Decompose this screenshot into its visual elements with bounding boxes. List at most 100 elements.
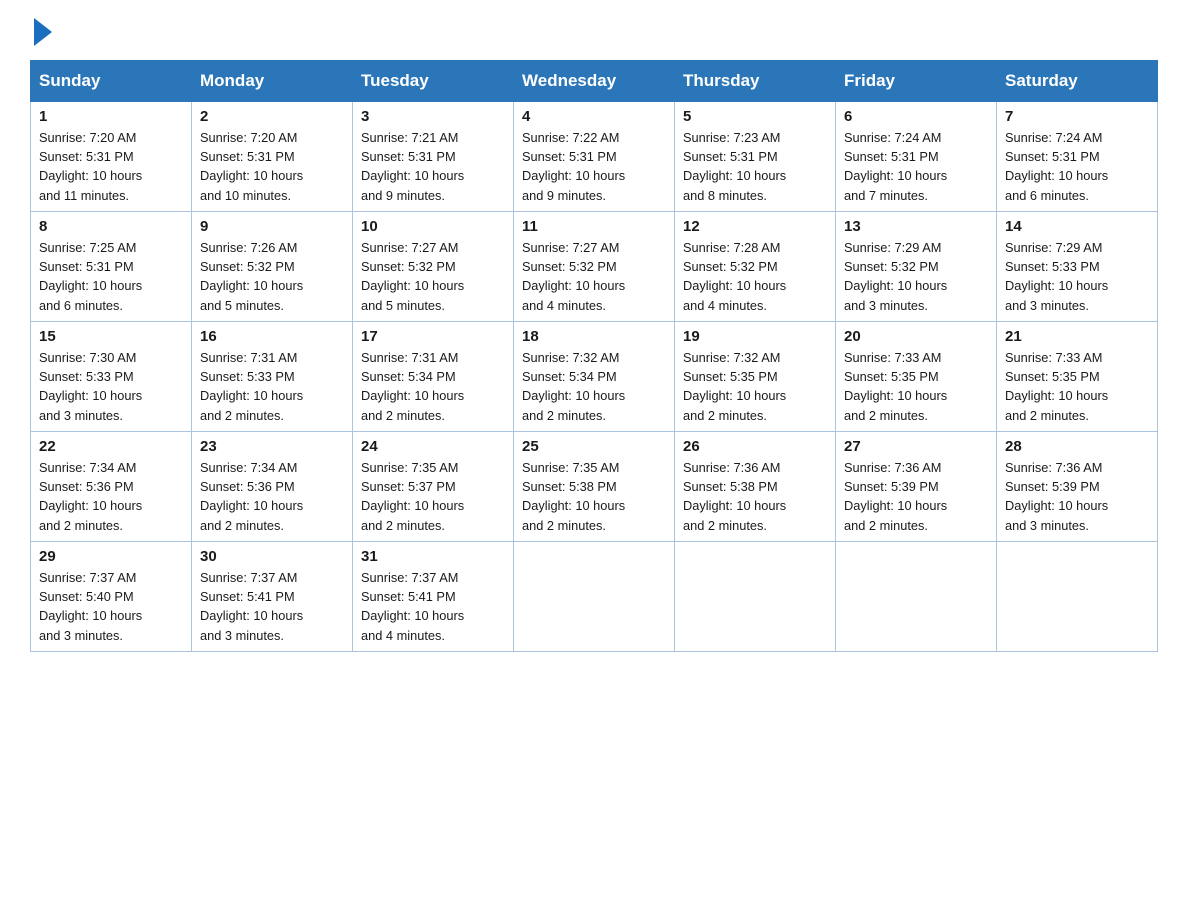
calendar-cell: 14 Sunrise: 7:29 AMSunset: 5:33 PMDaylig… xyxy=(997,212,1158,322)
day-number: 17 xyxy=(361,328,505,345)
logo xyxy=(30,20,52,42)
calendar-cell: 10 Sunrise: 7:27 AMSunset: 5:32 PMDaylig… xyxy=(353,212,514,322)
calendar-cell: 18 Sunrise: 7:32 AMSunset: 5:34 PMDaylig… xyxy=(514,322,675,432)
day-number: 24 xyxy=(361,438,505,455)
calendar-cell: 2 Sunrise: 7:20 AMSunset: 5:31 PMDayligh… xyxy=(192,102,353,212)
calendar-cell: 24 Sunrise: 7:35 AMSunset: 5:37 PMDaylig… xyxy=(353,432,514,542)
day-number: 11 xyxy=(522,218,666,235)
day-number: 18 xyxy=(522,328,666,345)
day-info: Sunrise: 7:21 AMSunset: 5:31 PMDaylight:… xyxy=(361,130,464,203)
day-number: 4 xyxy=(522,108,666,125)
calendar-cell: 16 Sunrise: 7:31 AMSunset: 5:33 PMDaylig… xyxy=(192,322,353,432)
day-info: Sunrise: 7:31 AMSunset: 5:34 PMDaylight:… xyxy=(361,350,464,423)
day-number: 26 xyxy=(683,438,827,455)
day-number: 16 xyxy=(200,328,344,345)
day-info: Sunrise: 7:23 AMSunset: 5:31 PMDaylight:… xyxy=(683,130,786,203)
calendar-week-2: 8 Sunrise: 7:25 AMSunset: 5:31 PMDayligh… xyxy=(31,212,1158,322)
day-info: Sunrise: 7:20 AMSunset: 5:31 PMDaylight:… xyxy=(39,130,142,203)
day-info: Sunrise: 7:24 AMSunset: 5:31 PMDaylight:… xyxy=(844,130,947,203)
day-number: 27 xyxy=(844,438,988,455)
calendar-cell: 17 Sunrise: 7:31 AMSunset: 5:34 PMDaylig… xyxy=(353,322,514,432)
day-info: Sunrise: 7:37 AMSunset: 5:41 PMDaylight:… xyxy=(361,570,464,643)
day-number: 14 xyxy=(1005,218,1149,235)
calendar-cell: 19 Sunrise: 7:32 AMSunset: 5:35 PMDaylig… xyxy=(675,322,836,432)
day-info: Sunrise: 7:27 AMSunset: 5:32 PMDaylight:… xyxy=(522,240,625,313)
day-info: Sunrise: 7:37 AMSunset: 5:41 PMDaylight:… xyxy=(200,570,303,643)
calendar-cell: 4 Sunrise: 7:22 AMSunset: 5:31 PMDayligh… xyxy=(514,102,675,212)
calendar-cell: 3 Sunrise: 7:21 AMSunset: 5:31 PMDayligh… xyxy=(353,102,514,212)
calendar-cell: 23 Sunrise: 7:34 AMSunset: 5:36 PMDaylig… xyxy=(192,432,353,542)
calendar-cell: 28 Sunrise: 7:36 AMSunset: 5:39 PMDaylig… xyxy=(997,432,1158,542)
calendar-cell: 25 Sunrise: 7:35 AMSunset: 5:38 PMDaylig… xyxy=(514,432,675,542)
day-number: 9 xyxy=(200,218,344,235)
calendar-header-row: SundayMondayTuesdayWednesdayThursdayFrid… xyxy=(31,61,1158,102)
day-number: 23 xyxy=(200,438,344,455)
day-info: Sunrise: 7:31 AMSunset: 5:33 PMDaylight:… xyxy=(200,350,303,423)
calendar-cell xyxy=(836,542,997,652)
calendar-cell: 21 Sunrise: 7:33 AMSunset: 5:35 PMDaylig… xyxy=(997,322,1158,432)
calendar-cell: 15 Sunrise: 7:30 AMSunset: 5:33 PMDaylig… xyxy=(31,322,192,432)
day-number: 25 xyxy=(522,438,666,455)
day-info: Sunrise: 7:28 AMSunset: 5:32 PMDaylight:… xyxy=(683,240,786,313)
day-info: Sunrise: 7:26 AMSunset: 5:32 PMDaylight:… xyxy=(200,240,303,313)
day-info: Sunrise: 7:34 AMSunset: 5:36 PMDaylight:… xyxy=(200,460,303,533)
day-number: 8 xyxy=(39,218,183,235)
calendar-cell: 29 Sunrise: 7:37 AMSunset: 5:40 PMDaylig… xyxy=(31,542,192,652)
day-number: 7 xyxy=(1005,108,1149,125)
header-tuesday: Tuesday xyxy=(353,61,514,102)
header-thursday: Thursday xyxy=(675,61,836,102)
day-info: Sunrise: 7:29 AMSunset: 5:32 PMDaylight:… xyxy=(844,240,947,313)
calendar-cell: 13 Sunrise: 7:29 AMSunset: 5:32 PMDaylig… xyxy=(836,212,997,322)
day-info: Sunrise: 7:36 AMSunset: 5:39 PMDaylight:… xyxy=(1005,460,1108,533)
calendar-week-3: 15 Sunrise: 7:30 AMSunset: 5:33 PMDaylig… xyxy=(31,322,1158,432)
day-number: 1 xyxy=(39,108,183,125)
header-friday: Friday xyxy=(836,61,997,102)
calendar-cell: 9 Sunrise: 7:26 AMSunset: 5:32 PMDayligh… xyxy=(192,212,353,322)
day-info: Sunrise: 7:36 AMSunset: 5:39 PMDaylight:… xyxy=(844,460,947,533)
day-number: 19 xyxy=(683,328,827,345)
calendar-cell xyxy=(675,542,836,652)
day-number: 12 xyxy=(683,218,827,235)
calendar-cell: 8 Sunrise: 7:25 AMSunset: 5:31 PMDayligh… xyxy=(31,212,192,322)
day-info: Sunrise: 7:33 AMSunset: 5:35 PMDaylight:… xyxy=(1005,350,1108,423)
calendar-cell: 11 Sunrise: 7:27 AMSunset: 5:32 PMDaylig… xyxy=(514,212,675,322)
day-number: 28 xyxy=(1005,438,1149,455)
day-info: Sunrise: 7:35 AMSunset: 5:37 PMDaylight:… xyxy=(361,460,464,533)
day-info: Sunrise: 7:32 AMSunset: 5:35 PMDaylight:… xyxy=(683,350,786,423)
header-saturday: Saturday xyxy=(997,61,1158,102)
day-number: 10 xyxy=(361,218,505,235)
day-info: Sunrise: 7:29 AMSunset: 5:33 PMDaylight:… xyxy=(1005,240,1108,313)
calendar-cell: 1 Sunrise: 7:20 AMSunset: 5:31 PMDayligh… xyxy=(31,102,192,212)
day-info: Sunrise: 7:32 AMSunset: 5:34 PMDaylight:… xyxy=(522,350,625,423)
calendar-cell: 5 Sunrise: 7:23 AMSunset: 5:31 PMDayligh… xyxy=(675,102,836,212)
day-info: Sunrise: 7:20 AMSunset: 5:31 PMDaylight:… xyxy=(200,130,303,203)
calendar-cell: 20 Sunrise: 7:33 AMSunset: 5:35 PMDaylig… xyxy=(836,322,997,432)
day-number: 2 xyxy=(200,108,344,125)
day-number: 22 xyxy=(39,438,183,455)
header-sunday: Sunday xyxy=(31,61,192,102)
calendar-cell: 22 Sunrise: 7:34 AMSunset: 5:36 PMDaylig… xyxy=(31,432,192,542)
calendar-cell: 7 Sunrise: 7:24 AMSunset: 5:31 PMDayligh… xyxy=(997,102,1158,212)
calendar-cell xyxy=(514,542,675,652)
day-number: 6 xyxy=(844,108,988,125)
day-info: Sunrise: 7:34 AMSunset: 5:36 PMDaylight:… xyxy=(39,460,142,533)
day-number: 31 xyxy=(361,548,505,565)
day-number: 3 xyxy=(361,108,505,125)
calendar-week-1: 1 Sunrise: 7:20 AMSunset: 5:31 PMDayligh… xyxy=(31,102,1158,212)
header-wednesday: Wednesday xyxy=(514,61,675,102)
day-number: 30 xyxy=(200,548,344,565)
day-number: 20 xyxy=(844,328,988,345)
calendar-cell: 6 Sunrise: 7:24 AMSunset: 5:31 PMDayligh… xyxy=(836,102,997,212)
day-number: 21 xyxy=(1005,328,1149,345)
day-info: Sunrise: 7:33 AMSunset: 5:35 PMDaylight:… xyxy=(844,350,947,423)
calendar-cell: 31 Sunrise: 7:37 AMSunset: 5:41 PMDaylig… xyxy=(353,542,514,652)
day-info: Sunrise: 7:37 AMSunset: 5:40 PMDaylight:… xyxy=(39,570,142,643)
calendar-week-4: 22 Sunrise: 7:34 AMSunset: 5:36 PMDaylig… xyxy=(31,432,1158,542)
header-monday: Monday xyxy=(192,61,353,102)
day-number: 15 xyxy=(39,328,183,345)
day-info: Sunrise: 7:35 AMSunset: 5:38 PMDaylight:… xyxy=(522,460,625,533)
calendar-cell: 12 Sunrise: 7:28 AMSunset: 5:32 PMDaylig… xyxy=(675,212,836,322)
page-header xyxy=(30,20,1158,42)
day-number: 5 xyxy=(683,108,827,125)
calendar-week-5: 29 Sunrise: 7:37 AMSunset: 5:40 PMDaylig… xyxy=(31,542,1158,652)
